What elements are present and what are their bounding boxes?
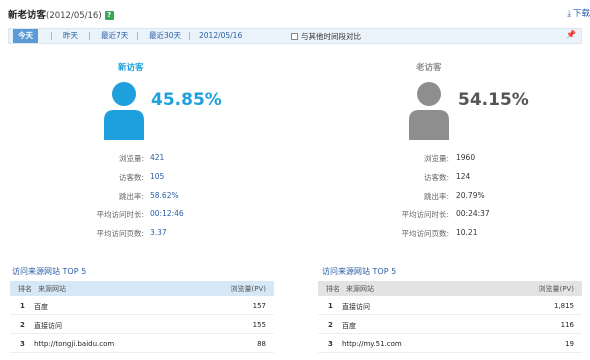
table-row: 3 http://tongji.baidu.com 88 xyxy=(10,335,274,353)
title-date: (2012/05/16) xyxy=(46,11,102,21)
tab-divider xyxy=(89,32,90,40)
row-pv: 1,815 xyxy=(553,302,574,310)
new-visitor-title: 新访客 xyxy=(118,63,144,73)
stat-label: 平均访问页数: xyxy=(96,229,144,238)
tab-today[interactable]: 今天 xyxy=(13,29,38,43)
row-rank: 2 xyxy=(20,321,25,329)
row-pv: 88 xyxy=(257,340,266,348)
stat-label: 浏览量: xyxy=(423,154,449,163)
row-pv: 155 xyxy=(252,321,266,329)
old-visitor-title: 老访客 xyxy=(416,63,442,73)
new-visitor-person-icon xyxy=(104,82,144,140)
pin-icon[interactable]: 📌 xyxy=(566,30,576,39)
download-icon: ⤓ xyxy=(567,9,571,19)
stat-value: 124 xyxy=(456,172,471,181)
table-row: 3 http://my.51.com 19 xyxy=(318,335,582,353)
col-pv: 浏览量(PV) xyxy=(538,285,574,293)
old-sources-title: 访问来源网站 TOP 5 xyxy=(322,266,396,277)
row-pv: 116 xyxy=(560,321,574,329)
sources-top-label: TOP 5 xyxy=(62,267,87,276)
title-bar: 新老访客(2012/05/16)? ⤓ 下载 xyxy=(0,0,590,24)
row-site[interactable]: http://tongji.baidu.com xyxy=(34,340,114,348)
date-range-toolbar: 今天 昨天 最近7天 最近30天 2012/05/16 与其他时间段对比 📌 xyxy=(8,28,582,44)
compare-toggle[interactable]: 与其他时间段对比 xyxy=(291,31,361,42)
stat-label: 跳出率: xyxy=(423,192,449,201)
stat-value: 20.79% xyxy=(456,191,485,200)
sources-top-label: TOP 5 xyxy=(372,267,397,276)
row-site[interactable]: 百度 xyxy=(342,321,356,331)
row-rank: 1 xyxy=(20,302,25,310)
row-site[interactable]: 直接访问 xyxy=(342,302,370,312)
tab-divider xyxy=(51,32,52,40)
row-rank: 1 xyxy=(328,302,333,310)
stat-value: 00:24:37 xyxy=(456,209,490,218)
stat-value: 00:12:46 xyxy=(150,209,184,218)
tab-last-7-days[interactable]: 最近7天 xyxy=(101,29,128,43)
row-pv: 157 xyxy=(252,302,266,310)
col-site: 来源网站 xyxy=(38,285,66,293)
download-link[interactable]: ⤓ 下载 xyxy=(567,7,590,19)
tab-custom-date[interactable]: 2012/05/16 xyxy=(199,29,242,43)
tab-yesterday[interactable]: 昨天 xyxy=(63,29,78,43)
stat-label: 访客数: xyxy=(423,173,449,182)
stat-value: 10.21 xyxy=(456,228,478,237)
sources-title-text: 访问来源网站 xyxy=(12,267,60,276)
stat-label: 平均访问时长: xyxy=(401,210,449,219)
stat-label: 访客数: xyxy=(118,173,144,182)
title-text: 新老访客 xyxy=(8,10,47,21)
page-title: 新老访客(2012/05/16)? xyxy=(8,7,114,21)
old-visitor-person-icon xyxy=(409,82,449,140)
tab-last-30-days[interactable]: 最近30天 xyxy=(149,29,181,43)
old-sources-table-header: 排名 来源网站 浏览量(PV) xyxy=(318,281,582,296)
stat-value: 105 xyxy=(150,172,165,181)
stat-label: 跳出率: xyxy=(118,192,144,201)
row-site[interactable]: 直接访问 xyxy=(34,321,62,331)
new-sources-title: 访问来源网站 TOP 5 xyxy=(12,266,86,277)
tab-divider xyxy=(137,32,138,40)
col-rank: 排名 xyxy=(326,285,340,293)
stat-label: 平均访问时长: xyxy=(96,210,144,219)
col-rank: 排名 xyxy=(18,285,32,293)
table-row: 2 直接访问 155 xyxy=(10,316,274,334)
tab-divider xyxy=(189,32,190,40)
compare-label: 与其他时间段对比 xyxy=(301,32,361,41)
stat-value: 3.37 xyxy=(150,228,167,237)
sources-title-text: 访问来源网站 xyxy=(322,267,370,276)
stat-value: 1960 xyxy=(456,153,476,162)
row-rank: 3 xyxy=(20,340,25,348)
row-site[interactable]: 百度 xyxy=(34,302,48,312)
stat-value: 421 xyxy=(150,153,165,162)
old-visitor-percent: 54.15% xyxy=(458,90,529,110)
row-rank: 2 xyxy=(328,321,333,329)
col-site: 来源网站 xyxy=(346,285,374,293)
row-pv: 19 xyxy=(565,340,574,348)
stat-label: 浏览量: xyxy=(118,154,144,163)
new-sources-table-header: 排名 来源网站 浏览量(PV) xyxy=(10,281,274,296)
table-row: 2 百度 116 xyxy=(318,316,582,334)
help-icon[interactable]: ? xyxy=(104,11,114,20)
download-label: 下载 xyxy=(572,9,590,19)
compare-checkbox[interactable] xyxy=(291,33,298,40)
stat-value: 58.62% xyxy=(150,191,179,200)
table-row: 1 直接访问 1,815 xyxy=(318,297,582,315)
new-visitor-percent: 45.85% xyxy=(151,90,222,110)
col-pv: 浏览量(PV) xyxy=(230,285,266,293)
table-row: 1 百度 157 xyxy=(10,297,274,315)
row-site[interactable]: http://my.51.com xyxy=(342,340,402,348)
row-rank: 3 xyxy=(328,340,333,348)
stat-label: 平均访问页数: xyxy=(401,229,449,238)
